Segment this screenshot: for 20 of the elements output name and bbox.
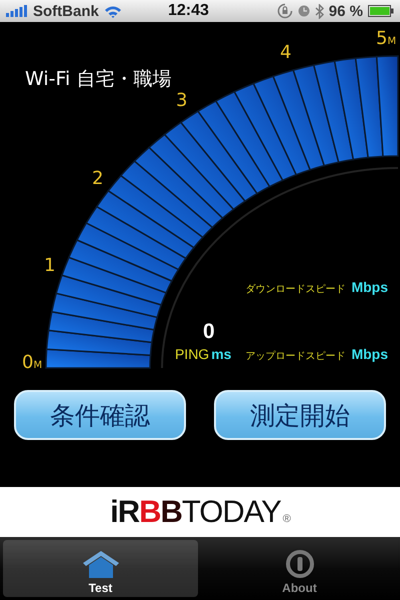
upload-speed-label: アップロードスピード [245,350,346,363]
tab[interactable]: Test [3,540,198,597]
ping-unit: ms [211,346,232,362]
battery-percent: 96 % [328,2,363,20]
scale-label: 3 [176,90,188,111]
logo: iRBBTODAY® [110,494,290,530]
download-speed-label: ダウンロードスピード [245,283,346,296]
speed-unit: Mbps [351,279,388,295]
action-button[interactable]: 条件確認 [14,390,186,440]
speed-unit: Mbps [351,346,388,362]
clock-time: 12:43 [168,2,209,20]
tab[interactable]: About [202,540,397,597]
scale-label: 1 [44,255,56,276]
scale-label: 2 [92,168,104,189]
action-button[interactable]: 測定開始 [214,390,386,440]
carrier-name: SoftBank [33,2,99,20]
scale-label: 4 [280,42,292,63]
ping-label: PING [174,346,210,362]
ping-value: 0 [203,320,215,344]
network-title: Wi-Fi 自宅・職場 [25,67,172,92]
